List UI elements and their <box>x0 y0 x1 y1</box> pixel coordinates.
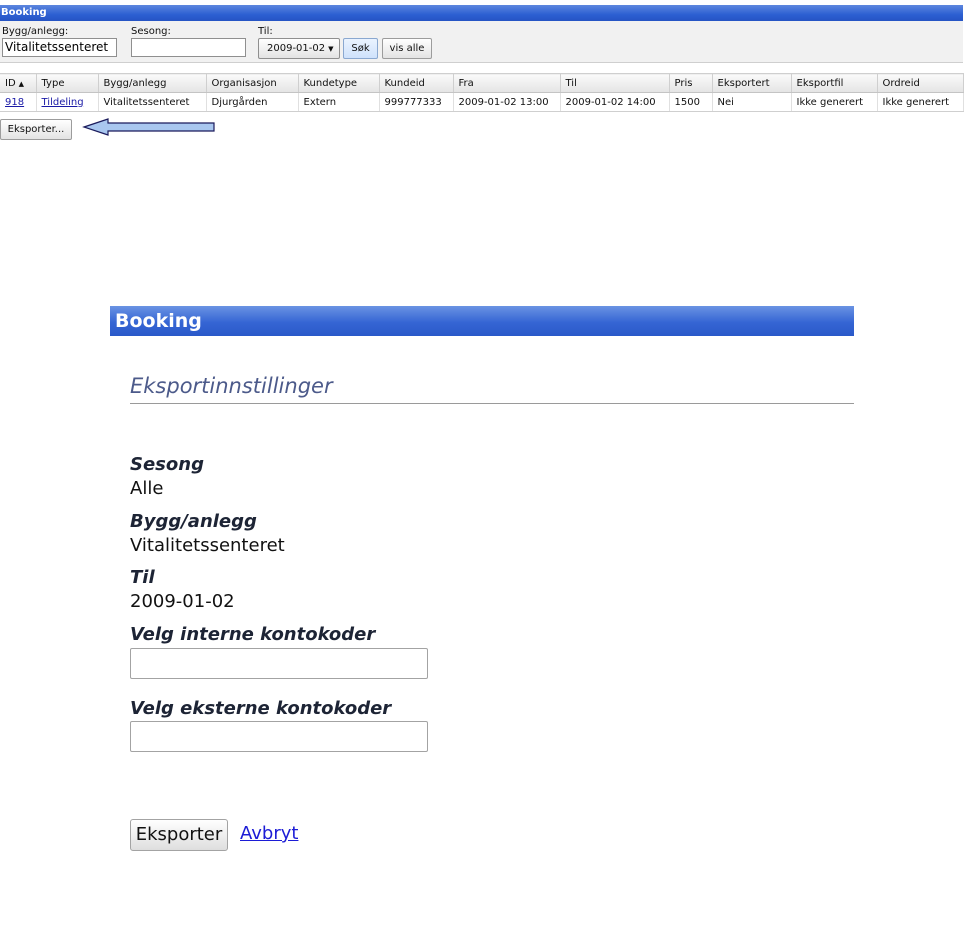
booking-id-link[interactable]: 918 <box>5 97 24 108</box>
table-cell: 2009-01-02 14:00 <box>560 92 670 112</box>
column-header-ordreid[interactable]: Ordreid <box>877 73 964 93</box>
eksterne-kontokoder-label: Velg eksterne kontokoder <box>130 698 392 719</box>
til-filter-label: Til: <box>258 26 273 37</box>
top-title-bar: Booking <box>0 5 963 21</box>
dialog-heading: Eksportinnstillinger <box>130 374 854 404</box>
column-header-pris[interactable]: Pris <box>669 73 713 93</box>
search-button[interactable]: Søk <box>343 38 378 59</box>
interne-kontokoder-label: Velg interne kontokoder <box>130 624 376 645</box>
pointer-arrow-icon <box>82 118 215 136</box>
til-value: 2009-01-02 <box>130 591 235 612</box>
til-label: Til <box>130 567 155 588</box>
cancel-link[interactable]: Avbryt <box>240 823 298 844</box>
column-header-label: ID <box>5 77 16 89</box>
results-table: ID ▲ Type Bygg/anlegg Organisasjon Kundet… <box>0 73 964 112</box>
bygg-label: Bygg/anlegg <box>130 511 257 532</box>
eksterne-kontokoder-input[interactable] <box>130 721 428 752</box>
table-cell: 1500 <box>669 92 713 112</box>
sesong-value: Alle <box>130 478 164 499</box>
column-header-bygg[interactable]: Bygg/anlegg <box>98 73 207 93</box>
bygg-value: Vitalitetssenteret <box>130 535 285 556</box>
show-all-button[interactable]: vis alle <box>382 38 432 59</box>
table-cell: Vitalitetssenteret <box>98 92 207 112</box>
interne-kontokoder-input[interactable] <box>130 648 428 679</box>
column-header-organisasjon[interactable]: Organisasjon <box>206 73 299 93</box>
table-cell: 2009-01-02 13:00 <box>453 92 561 112</box>
table-row: 918 Tildeling Vitalitetssenteret Djurgår… <box>0 92 964 112</box>
table-cell: Djurgården <box>206 92 299 112</box>
table-cell: Nei <box>712 92 792 112</box>
column-header-fra[interactable]: Fra <box>453 73 561 93</box>
table-cell: Extern <box>298 92 380 112</box>
table-header-row: ID ▲ Type Bygg/anlegg Organisasjon Kundet… <box>0 73 964 93</box>
sesong-filter-label: Sesong: <box>131 26 171 37</box>
til-date-select[interactable]: 2009-01-02 ▼ <box>258 38 340 59</box>
chevron-down-icon: ▼ <box>328 45 334 53</box>
filter-area: Bygg/anlegg: Sesong: Til: Vitalitetssent… <box>0 21 963 63</box>
sesong-label: Sesong <box>130 454 204 475</box>
dialog-title-bar: Booking <box>110 306 854 336</box>
sort-ascending-icon: ▲ <box>18 79 25 88</box>
column-header-til[interactable]: Til <box>560 73 670 93</box>
bygg-filter-input[interactable]: Vitalitetssenteret <box>2 38 117 57</box>
column-header-kundetype[interactable]: Kundetype <box>298 73 380 93</box>
table-cell: Ikke generert <box>877 92 964 112</box>
table-cell: 999777333 <box>379 92 454 112</box>
column-header-kundeid[interactable]: Kundeid <box>379 73 454 93</box>
table-cell-id: 918 <box>0 92 37 112</box>
bygg-filter-label: Bygg/anlegg: <box>2 26 69 37</box>
sesong-filter-input[interactable] <box>131 38 246 57</box>
export-submit-button[interactable]: Eksporter <box>130 819 228 851</box>
column-header-id[interactable]: ID ▲ <box>0 73 37 93</box>
column-header-eksportert[interactable]: Eksportert <box>712 73 792 93</box>
table-cell: Ikke generert <box>791 92 878 112</box>
til-date-value: 2009-01-02 <box>267 43 326 54</box>
column-header-type[interactable]: Type <box>36 73 99 93</box>
export-open-button[interactable]: Eksporter... <box>0 119 72 140</box>
column-header-eksportfil[interactable]: Eksportfil <box>791 73 878 93</box>
booking-type-link[interactable]: Tildeling <box>42 97 84 108</box>
table-cell-type: Tildeling <box>36 92 99 112</box>
